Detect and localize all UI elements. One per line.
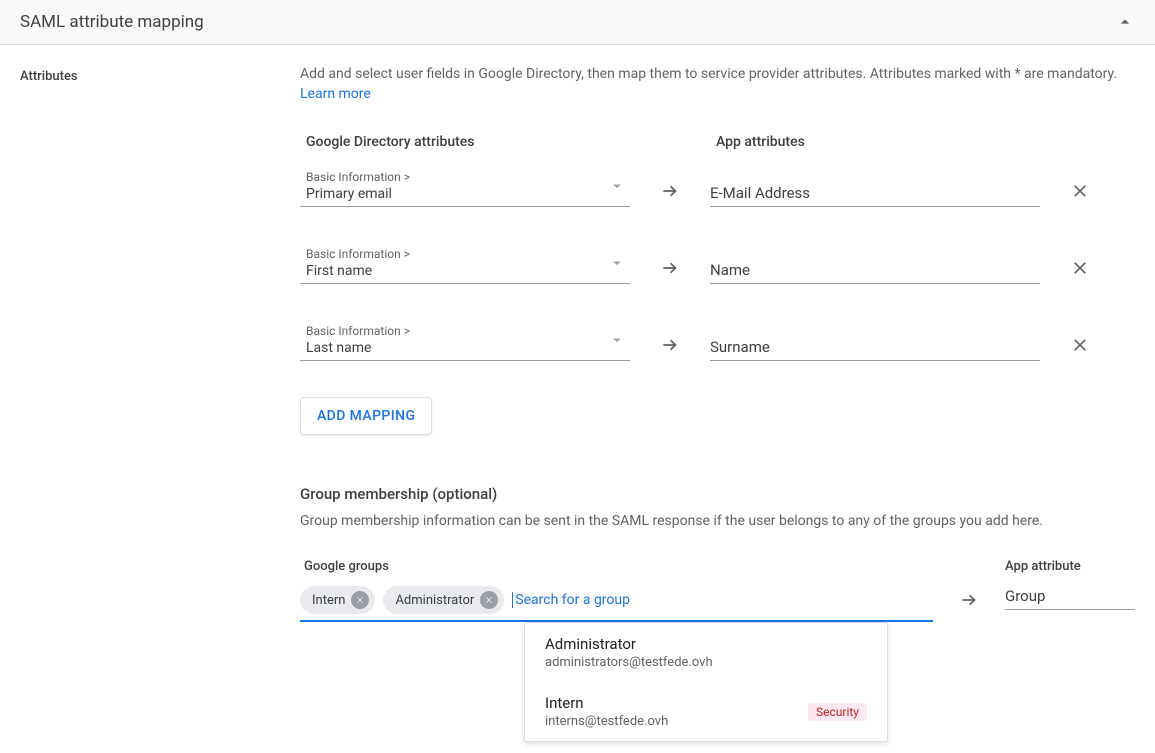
group-app-attribute-header: App attribute (1005, 559, 1135, 574)
gd-category-label: Basic Information > (306, 170, 624, 184)
app-attribute-input-wrap (710, 183, 1040, 207)
group-chips-input[interactable]: Intern Administrator Search for a group (300, 586, 933, 622)
remove-mapping-icon[interactable] (1070, 335, 1090, 361)
chip-label: Intern (312, 593, 345, 608)
main-panel: Add and select user fields in Google Dir… (300, 65, 1135, 622)
group-membership-section: Group membership (optional) Group member… (300, 485, 1135, 622)
chevron-up-icon[interactable] (1115, 12, 1135, 32)
mapping-row: Basic Information > Primary email (300, 166, 1135, 207)
google-groups-header: Google groups (300, 559, 1005, 574)
arrow-right-icon (660, 181, 680, 207)
group-row: Intern Administrator Search for a group (300, 586, 1135, 622)
dropdown-item-name: Administrator (545, 635, 713, 653)
group-app-attribute-input[interactable] (1005, 587, 1135, 605)
gd-attribute-select[interactable]: Basic Information > First name (300, 243, 630, 284)
dropdown-item-name: Intern (545, 694, 668, 712)
arrow-right-icon (959, 586, 979, 610)
dropdown-item[interactable]: Intern interns@testfede.ovh Security (525, 682, 887, 741)
dropdown-arrow-icon (608, 254, 626, 272)
gd-category-label: Basic Information > (306, 324, 624, 338)
group-app-attribute-input-wrap (1005, 586, 1135, 610)
app-attribute-input-wrap (710, 260, 1040, 284)
chip-remove-icon[interactable] (480, 591, 498, 609)
sidebar: Attributes (20, 65, 300, 622)
group-chip: Intern (300, 586, 375, 614)
dropdown-arrow-icon (608, 331, 626, 349)
app-attribute-input[interactable] (710, 184, 1040, 202)
remove-mapping-icon[interactable] (1070, 181, 1090, 207)
gd-attribute-value: First name (306, 263, 624, 279)
gd-attribute-select[interactable]: Basic Information > Primary email (300, 166, 630, 207)
column-headers: Google Directory attributes App attribut… (300, 134, 1135, 150)
dropdown-item-email: interns@testfede.ovh (545, 714, 668, 729)
group-search-placeholder[interactable]: Search for a group (512, 592, 630, 608)
mapping-rows: Basic Information > Primary email (300, 166, 1135, 361)
group-search-dropdown: Administrator administrators@testfede.ov… (524, 622, 888, 742)
section-header[interactable]: SAML attribute mapping (0, 0, 1155, 45)
sidebar-label: Attributes (20, 65, 300, 84)
dropdown-item[interactable]: Administrator administrators@testfede.ov… (525, 623, 887, 682)
security-badge: Security (808, 703, 867, 721)
arrow-right-icon (660, 258, 680, 284)
group-section-description: Group membership information can be sent… (300, 513, 1135, 529)
gd-attribute-value: Last name (306, 340, 624, 356)
description-text: Add and select user fields in Google Dir… (300, 65, 1135, 104)
gd-attribute-value: Primary email (306, 186, 624, 202)
add-mapping-button[interactable]: ADD MAPPING (300, 397, 432, 435)
chip-remove-icon[interactable] (351, 591, 369, 609)
app-attribute-input[interactable] (710, 261, 1040, 279)
arrow-right-icon (660, 335, 680, 361)
app-attribute-input[interactable] (710, 338, 1040, 356)
group-chip: Administrator (383, 586, 504, 614)
mapping-row: Basic Information > First name (300, 243, 1135, 284)
dropdown-arrow-icon (608, 177, 626, 195)
app-attribute-input-wrap (710, 337, 1040, 361)
dropdown-item-email: administrators@testfede.ovh (545, 655, 713, 670)
section-title: SAML attribute mapping (20, 12, 204, 32)
app-column-header: App attributes (710, 134, 805, 150)
group-headers: Google groups App attribute (300, 559, 1135, 574)
group-section-title: Group membership (optional) (300, 485, 1135, 503)
mapping-row: Basic Information > Last name (300, 320, 1135, 361)
gd-column-header: Google Directory attributes (300, 134, 630, 150)
gd-attribute-select[interactable]: Basic Information > Last name (300, 320, 630, 361)
content-area: Attributes Add and select user fields in… (0, 45, 1155, 662)
gd-category-label: Basic Information > (306, 247, 624, 261)
chip-label: Administrator (395, 593, 474, 608)
learn-more-link[interactable]: Learn more (300, 86, 371, 102)
remove-mapping-icon[interactable] (1070, 258, 1090, 284)
